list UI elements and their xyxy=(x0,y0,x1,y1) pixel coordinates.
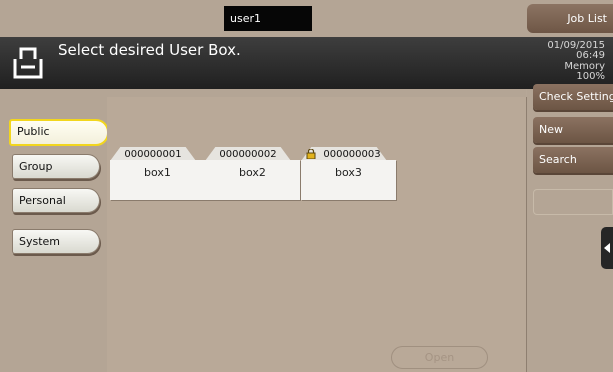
open-button[interactable]: Open xyxy=(391,346,488,369)
check-setting-button[interactable]: Check Setting xyxy=(533,84,613,110)
user-box-2[interactable]: 000000002 box2 xyxy=(205,147,300,200)
box-number: 000000003 xyxy=(323,149,381,160)
user-name-badge: user1 xyxy=(224,6,312,31)
tab-group[interactable]: Group xyxy=(12,154,100,179)
new-button[interactable]: New xyxy=(533,117,613,143)
time-display: 06:49 xyxy=(576,50,605,61)
page-title: Select desired User Box. xyxy=(58,41,241,59)
disabled-button xyxy=(533,189,613,215)
box-name: box1 xyxy=(144,166,171,179)
tab-personal[interactable]: Personal xyxy=(12,188,100,213)
chevron-left-icon xyxy=(604,243,610,253)
box-list-area xyxy=(107,97,527,372)
content-top-border xyxy=(107,89,526,97)
tab-system[interactable]: System xyxy=(12,229,100,254)
user-box-icon xyxy=(13,47,43,79)
panel-collapse-handle[interactable] xyxy=(601,227,613,269)
search-button[interactable]: Search xyxy=(533,147,613,173)
tab-public[interactable]: Public xyxy=(9,119,109,146)
memory-value: 100% xyxy=(576,71,605,82)
box-name: box2 xyxy=(239,166,266,179)
box-number: 000000002 xyxy=(219,149,277,160)
header-bar: Select desired User Box. 01/09/2015 06:4… xyxy=(0,37,613,89)
user-box-1[interactable]: 000000001 box1 xyxy=(110,147,205,200)
user-box-3[interactable]: 000000003 box3 xyxy=(301,147,396,200)
job-list-button[interactable]: Job List xyxy=(527,4,613,33)
box-number: 000000001 xyxy=(124,149,182,160)
box-name: box3 xyxy=(335,166,362,179)
